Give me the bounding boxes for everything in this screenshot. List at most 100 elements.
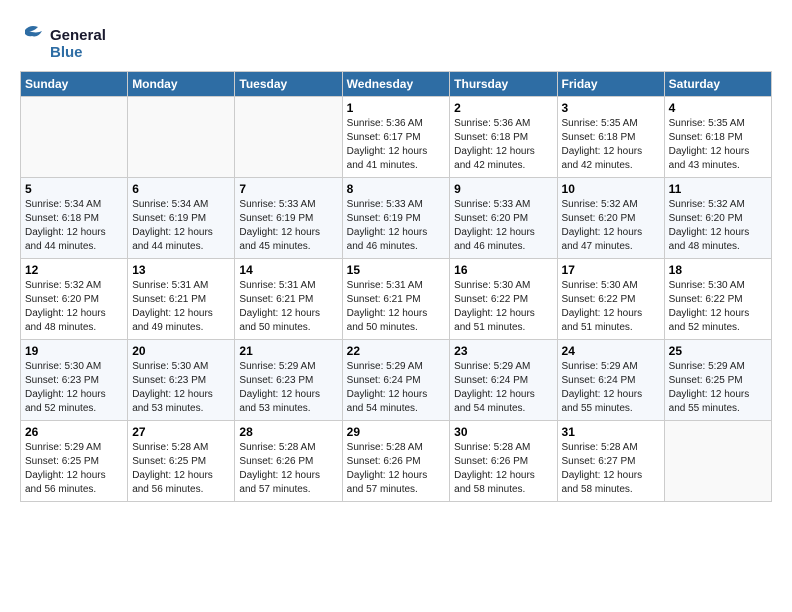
day-number: 11 <box>669 182 767 196</box>
day-number: 8 <box>347 182 446 196</box>
day-info: Sunrise: 5:29 AM Sunset: 6:23 PM Dayligh… <box>239 360 337 416</box>
day-info: Sunrise: 5:33 AM Sunset: 6:20 PM Dayligh… <box>454 198 552 254</box>
calendar-cell: 1Sunrise: 5:36 AM Sunset: 6:17 PM Daylig… <box>342 97 450 178</box>
day-info: Sunrise: 5:28 AM Sunset: 6:26 PM Dayligh… <box>347 441 446 497</box>
day-info: Sunrise: 5:33 AM Sunset: 6:19 PM Dayligh… <box>239 198 337 254</box>
day-number: 16 <box>454 263 552 277</box>
day-info: Sunrise: 5:32 AM Sunset: 6:20 PM Dayligh… <box>25 279 123 335</box>
calendar-cell: 25 Sunrise: 5:29 AM Sunset: 6:25 PM Dayli… <box>664 340 771 421</box>
day-info: Sunrise: 5:30 AM Sunset: 6:23 PM Dayligh… <box>25 360 123 416</box>
day-info: Sunrise: 5:30 AM Sunset: 6:23 PM Dayligh… <box>132 360 230 416</box>
day-info: Sunrise: 5:36 AM Sunset: 6:18 PM Dayligh… <box>454 117 552 173</box>
page-header: General Blue <box>20 20 772 65</box>
day-info: Sunrise: 5:29 AM Sunset: 6:24 PM Dayligh… <box>454 360 552 416</box>
day-number: 10 <box>562 182 660 196</box>
day-info: Sunrise: 5:33 AM Sunset: 6:19 PM Dayligh… <box>347 198 446 254</box>
calendar-cell: 9 Sunrise: 5:33 AM Sunset: 6:20 PM Daylig… <box>450 178 557 259</box>
day-number: 3 <box>562 101 660 115</box>
day-info: Sunrise: 5:32 AM Sunset: 6:20 PM Dayligh… <box>669 198 767 254</box>
day-number: 1 <box>347 101 446 115</box>
day-number: 31 <box>562 425 660 439</box>
calendar-cell: 15Sunrise: 5:31 AM Sunset: 6:21 PM Dayli… <box>342 259 450 340</box>
calendar-cell: 7Sunrise: 5:33 AM Sunset: 6:19 PM Daylig… <box>235 178 342 259</box>
day-number: 13 <box>132 263 230 277</box>
calendar-cell: 31 Sunrise: 5:28 AM Sunset: 6:27 PM Dayli… <box>557 421 664 502</box>
day-number: 29 <box>347 425 446 439</box>
weekday-header: Monday <box>128 72 235 97</box>
day-info: Sunrise: 5:34 AM Sunset: 6:19 PM Dayligh… <box>132 198 230 254</box>
day-info: Sunrise: 5:31 AM Sunset: 6:21 PM Dayligh… <box>132 279 230 335</box>
logo-container: General Blue <box>20 20 130 65</box>
day-number: 17 <box>562 263 660 277</box>
day-info: Sunrise: 5:34 AM Sunset: 6:18 PM Dayligh… <box>25 198 123 254</box>
calendar-cell <box>664 421 771 502</box>
day-info: Sunrise: 5:28 AM Sunset: 6:27 PM Dayligh… <box>562 441 660 497</box>
day-number: 24 <box>562 344 660 358</box>
day-number: 4 <box>669 101 767 115</box>
day-number: 27 <box>132 425 230 439</box>
day-info: Sunrise: 5:29 AM Sunset: 6:24 PM Dayligh… <box>347 360 446 416</box>
day-info: Sunrise: 5:30 AM Sunset: 6:22 PM Dayligh… <box>562 279 660 335</box>
weekday-header: Wednesday <box>342 72 450 97</box>
calendar-cell: 27 Sunrise: 5:28 AM Sunset: 6:25 PM Dayli… <box>128 421 235 502</box>
day-number: 22 <box>347 344 446 358</box>
day-info: Sunrise: 5:29 AM Sunset: 6:25 PM Dayligh… <box>669 360 767 416</box>
day-info: Sunrise: 5:35 AM Sunset: 6:18 PM Dayligh… <box>562 117 660 173</box>
calendar-cell: 12 Sunrise: 5:32 AM Sunset: 6:20 PM Dayli… <box>21 259 128 340</box>
day-number: 9 <box>454 182 552 196</box>
svg-text:General: General <box>50 27 106 44</box>
day-number: 30 <box>454 425 552 439</box>
day-number: 21 <box>239 344 337 358</box>
calendar-cell: 11 Sunrise: 5:32 AM Sunset: 6:20 PM Dayli… <box>664 178 771 259</box>
calendar-cell: 29 Sunrise: 5:28 AM Sunset: 6:26 PM Dayli… <box>342 421 450 502</box>
calendar-cell: 18 Sunrise: 5:30 AM Sunset: 6:22 PM Dayli… <box>664 259 771 340</box>
weekday-header: Sunday <box>21 72 128 97</box>
calendar-cell: 19 Sunrise: 5:30 AM Sunset: 6:23 PM Dayli… <box>21 340 128 421</box>
calendar-cell: 2 Sunrise: 5:36 AM Sunset: 6:18 PM Daylig… <box>450 97 557 178</box>
calendar-cell: 16 Sunrise: 5:30 AM Sunset: 6:22 PM Dayli… <box>450 259 557 340</box>
calendar-cell: 28Sunrise: 5:28 AM Sunset: 6:26 PM Dayli… <box>235 421 342 502</box>
day-info: Sunrise: 5:30 AM Sunset: 6:22 PM Dayligh… <box>454 279 552 335</box>
day-number: 12 <box>25 263 123 277</box>
day-info: Sunrise: 5:29 AM Sunset: 6:24 PM Dayligh… <box>562 360 660 416</box>
calendar-cell: 17 Sunrise: 5:30 AM Sunset: 6:22 PM Dayli… <box>557 259 664 340</box>
calendar-week-row: 26 Sunrise: 5:29 AM Sunset: 6:25 PM Dayli… <box>21 421 772 502</box>
calendar-cell: 4Sunrise: 5:35 AM Sunset: 6:18 PM Daylig… <box>664 97 771 178</box>
calendar-cell: 22 Sunrise: 5:29 AM Sunset: 6:24 PM Dayli… <box>342 340 450 421</box>
day-info: Sunrise: 5:32 AM Sunset: 6:20 PM Dayligh… <box>562 198 660 254</box>
day-number: 18 <box>669 263 767 277</box>
logo: General Blue <box>20 20 130 65</box>
weekday-header: Tuesday <box>235 72 342 97</box>
day-number: 14 <box>239 263 337 277</box>
day-number: 25 <box>669 344 767 358</box>
calendar-week-row: 1Sunrise: 5:36 AM Sunset: 6:17 PM Daylig… <box>21 97 772 178</box>
calendar-cell: 3 Sunrise: 5:35 AM Sunset: 6:18 PM Daylig… <box>557 97 664 178</box>
calendar-cell: 26 Sunrise: 5:29 AM Sunset: 6:25 PM Dayli… <box>21 421 128 502</box>
day-info: Sunrise: 5:28 AM Sunset: 6:26 PM Dayligh… <box>239 441 337 497</box>
calendar-cell <box>128 97 235 178</box>
calendar-cell: 8 Sunrise: 5:33 AM Sunset: 6:19 PM Daylig… <box>342 178 450 259</box>
calendar-cell <box>21 97 128 178</box>
day-info: Sunrise: 5:28 AM Sunset: 6:25 PM Dayligh… <box>132 441 230 497</box>
calendar-cell: 21 Sunrise: 5:29 AM Sunset: 6:23 PM Dayli… <box>235 340 342 421</box>
day-info: Sunrise: 5:29 AM Sunset: 6:25 PM Dayligh… <box>25 441 123 497</box>
calendar-cell: 14Sunrise: 5:31 AM Sunset: 6:21 PM Dayli… <box>235 259 342 340</box>
day-number: 15 <box>347 263 446 277</box>
weekday-header: Saturday <box>664 72 771 97</box>
day-number: 20 <box>132 344 230 358</box>
calendar-cell: 5 Sunrise: 5:34 AM Sunset: 6:18 PM Daylig… <box>21 178 128 259</box>
calendar-cell: 23 Sunrise: 5:29 AM Sunset: 6:24 PM Dayli… <box>450 340 557 421</box>
day-number: 19 <box>25 344 123 358</box>
calendar-cell: 30Sunrise: 5:28 AM Sunset: 6:26 PM Dayli… <box>450 421 557 502</box>
day-number: 23 <box>454 344 552 358</box>
calendar-week-row: 19 Sunrise: 5:30 AM Sunset: 6:23 PM Dayli… <box>21 340 772 421</box>
calendar-cell: 13 Sunrise: 5:31 AM Sunset: 6:21 PM Dayli… <box>128 259 235 340</box>
calendar-cell <box>235 97 342 178</box>
day-number: 2 <box>454 101 552 115</box>
day-number: 26 <box>25 425 123 439</box>
day-number: 5 <box>25 182 123 196</box>
calendar-cell: 10 Sunrise: 5:32 AM Sunset: 6:20 PM Dayli… <box>557 178 664 259</box>
day-info: Sunrise: 5:30 AM Sunset: 6:22 PM Dayligh… <box>669 279 767 335</box>
calendar-cell: 6Sunrise: 5:34 AM Sunset: 6:19 PM Daylig… <box>128 178 235 259</box>
calendar-cell: 24 Sunrise: 5:29 AM Sunset: 6:24 PM Dayli… <box>557 340 664 421</box>
